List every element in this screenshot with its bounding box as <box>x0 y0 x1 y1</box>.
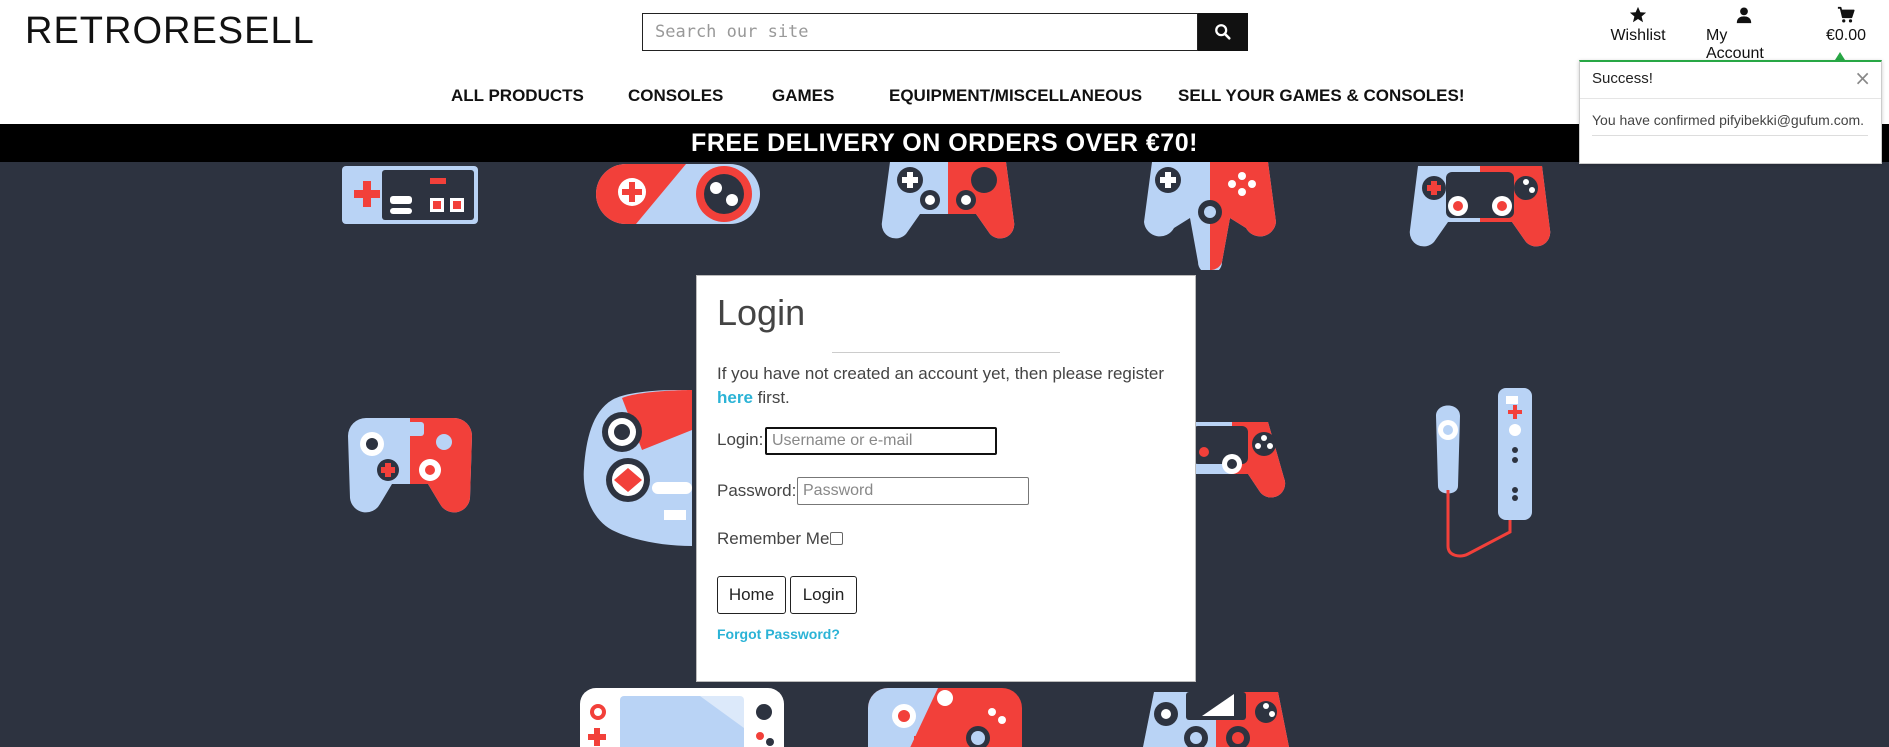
ps-controller-image <box>881 162 1015 239</box>
remember-me-checkbox[interactable] <box>830 532 843 545</box>
nav-sell[interactable]: SELL YOUR GAMES & CONSOLES! <box>1178 86 1465 106</box>
ps-controller-partial-image <box>1192 422 1286 498</box>
wishlist-link[interactable]: Wishlist <box>1610 0 1666 45</box>
ps3-controller-image <box>1409 166 1551 247</box>
register-link[interactable]: here <box>717 388 753 407</box>
ps4-controller-image <box>1143 692 1289 747</box>
username-input[interactable] <box>765 427 997 455</box>
nav-all-products[interactable]: ALL PRODUCTS <box>451 86 584 106</box>
login-button[interactable]: Login <box>790 576 857 614</box>
toast-message: You have confirmed pifyibekki@gufum.com. <box>1592 112 1865 128</box>
remember-me-label: Remember Me: <box>717 529 835 548</box>
register-prompt-suffix: first. <box>757 388 790 407</box>
search-icon <box>1215 24 1231 40</box>
toast-pointer <box>1835 52 1845 60</box>
delivery-banner-text: FREE DELIVERY ON ORDERS OVER €70! <box>691 128 1198 157</box>
toast-divider <box>1580 98 1881 99</box>
success-toast: Success! × You have confirmed pifyibekki… <box>1579 60 1882 164</box>
account-label: My Account <box>1706 27 1764 62</box>
n64-controller-image <box>1144 162 1276 270</box>
nav-equipment[interactable]: EQUIPMENT/MISCELLANEOUS <box>889 86 1142 106</box>
star-icon <box>1629 6 1647 23</box>
search-input[interactable] <box>642 13 1198 51</box>
gamecube-controller-image <box>348 418 472 513</box>
search-bar <box>642 13 1248 51</box>
xbox-controller-image <box>583 390 692 546</box>
register-prompt-text: If you have not created an account yet, … <box>717 364 1165 383</box>
cart-link[interactable]: €0.00 <box>1820 0 1872 45</box>
login-field-label: Login: <box>717 430 764 449</box>
snes-controller-image <box>596 164 760 224</box>
password-input[interactable] <box>797 477 1029 505</box>
wii-remote-nunchuk-image <box>1436 388 1532 558</box>
wiiu-gamepad-image <box>580 688 784 747</box>
password-field-label: Password: <box>717 481 797 500</box>
nav-games[interactable]: GAMES <box>772 86 834 106</box>
toast-title: Success! <box>1592 70 1653 87</box>
register-prompt: If you have not created an account yet, … <box>717 362 1177 410</box>
nav-consoles[interactable]: CONSOLES <box>628 86 723 106</box>
forgot-password-link[interactable]: Forgot Password? <box>717 626 840 642</box>
cart-total: €0.00 <box>1825 27 1867 44</box>
login-title: Login <box>717 292 806 333</box>
account-link[interactable]: My Account <box>1706 0 1782 63</box>
nes-controller-image <box>342 166 478 224</box>
title-divider <box>832 352 1060 353</box>
cart-icon <box>1837 6 1855 23</box>
home-button[interactable]: Home <box>717 576 786 614</box>
user-icon <box>1736 7 1752 24</box>
site-logo[interactable]: RETRORESELL <box>25 10 315 53</box>
login-panel: Login If you have not created an account… <box>696 275 1196 682</box>
toast-message-underline <box>1592 135 1868 136</box>
toast-close-icon[interactable]: × <box>1854 66 1871 90</box>
search-button[interactable] <box>1198 13 1248 51</box>
xbox-one-controller-image <box>868 688 1022 747</box>
wishlist-label: Wishlist <box>1610 27 1666 44</box>
